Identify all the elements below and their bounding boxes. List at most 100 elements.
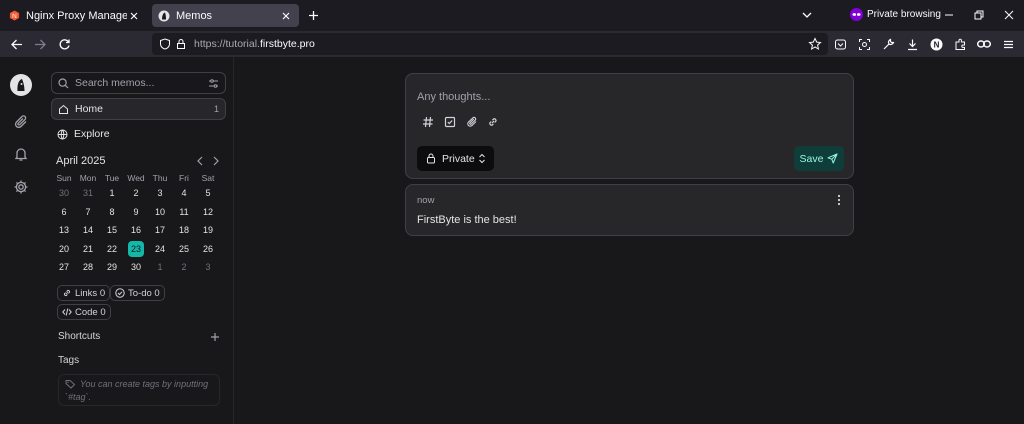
attachment-icon[interactable] [465,115,479,129]
calendar-day[interactable]: 29 [100,259,124,275]
checkbox-icon[interactable] [443,115,457,129]
pocket-icon[interactable] [832,36,848,52]
calendar-day[interactable]: 15 [100,222,124,238]
calendar-day[interactable]: 30 [52,185,76,201]
calendar-day[interactable]: 1 [148,259,172,275]
calendar-day[interactable]: 30 [124,259,148,275]
private-browsing-label: Private browsing [867,9,941,20]
url-host: firstbyte.pro [259,38,315,50]
wrench-icon[interactable] [880,36,896,52]
stat-todo-chip[interactable]: To-do 0 [110,285,165,301]
tags-empty-hint: You can create tags by inputting `#tag`. [58,374,220,406]
memo-editor: Any thoughts... Private Save [405,73,854,179]
back-arrow-icon[interactable] [8,36,24,52]
calendar-day[interactable]: 27 [52,259,76,275]
calendar-day[interactable]: 12 [196,204,220,220]
calendar-weekday: Thu [152,173,168,183]
visibility-select[interactable]: Private [417,146,494,171]
calendar-day[interactable]: 2 [124,185,148,201]
bookmark-star-icon[interactable] [808,37,822,51]
app-rail [0,57,44,424]
sidebar-item-label: Home [75,103,104,115]
calendar-day[interactable]: 26 [196,241,220,257]
menu-icon[interactable] [1000,36,1016,52]
chevron-down-icon[interactable] [800,8,814,22]
close-icon[interactable] [127,9,141,23]
private-mask-icon [850,8,863,21]
link-icon[interactable] [486,115,500,129]
calendar-day[interactable]: 24 [148,241,172,257]
stat-label: To-do 0 [128,287,160,299]
lock-icon[interactable] [174,37,188,51]
save-button[interactable]: Save [794,146,844,171]
calendar-day[interactable]: 3 [148,185,172,201]
calendar-day[interactable]: 10 [148,204,172,220]
chevron-left-icon[interactable] [194,155,206,167]
filter-settings-icon[interactable] [208,78,219,89]
new-tab-button[interactable] [305,7,321,23]
hashtag-icon[interactable] [421,115,435,129]
tab-memos[interactable]: Memos [152,4,299,27]
tab-title: Nginx Proxy Manager [26,9,127,22]
calendar-day[interactable]: 5 [196,185,220,201]
globe-icon [57,129,68,140]
sidebar-item-explore[interactable]: Explore [51,123,226,145]
calendar-day[interactable]: 13 [52,222,76,238]
calendar-day[interactable]: 2 [172,259,196,275]
stat-label: Code 0 [75,306,106,318]
private-mask-icon[interactable] [976,36,992,52]
calendar-day[interactable]: 7 [76,204,100,220]
calendar-day[interactable]: 8 [100,204,124,220]
more-options-icon[interactable] [835,194,843,206]
memo-count-badge: 1 [213,104,219,114]
code-icon [62,307,72,317]
close-icon[interactable] [279,9,293,23]
forward-arrow-icon[interactable] [32,36,48,52]
reload-icon[interactable] [56,36,72,52]
calendar-day[interactable]: 3 [196,259,220,275]
calendar-day[interactable]: 1 [100,185,124,201]
calendar-day[interactable]: 19 [196,222,220,238]
calendar-day[interactable]: 21 [76,241,100,257]
stat-links-chip[interactable]: Links 0 [57,285,111,301]
svg-text:N: N [933,40,939,49]
calendar-day[interactable]: 11 [172,204,196,220]
close-window-icon[interactable] [1002,8,1016,22]
shield-icon[interactable] [158,37,172,51]
calendar-day[interactable]: 20 [52,241,76,257]
calendar-day[interactable]: 17 [148,222,172,238]
calendar-day[interactable]: 18 [172,222,196,238]
memos-favicon-icon [158,10,170,22]
screenshot-icon[interactable] [856,36,872,52]
search-placeholder: Search memos... [75,77,155,89]
memos-logo-icon[interactable] [10,74,32,96]
minimize-icon[interactable] [942,8,956,22]
calendar-day[interactable]: 28 [76,259,100,275]
calendar-weekday: Sun [56,173,72,183]
url-bar[interactable]: https://tutorial.firstbyte.pro [152,33,828,55]
calendar-day[interactable]: 25 [172,241,196,257]
gear-icon[interactable] [10,176,32,198]
browser-tab-bar: N Nginx Proxy Manager Memos Private brow… [0,0,1024,31]
add-shortcut-icon[interactable] [210,332,220,342]
paperclip-icon[interactable] [10,111,32,133]
calendar-day[interactable]: 16 [124,222,148,238]
chevron-right-icon[interactable] [210,155,222,167]
bell-icon[interactable] [10,143,32,165]
stat-code-chip[interactable]: Code 0 [57,304,111,320]
calendar-day[interactable]: 31 [76,185,100,201]
sidebar-item-home[interactable]: Home 1 [51,98,226,120]
calendar-day-today[interactable]: 23 [128,240,144,257]
calendar-day[interactable]: 6 [52,204,76,220]
search-input[interactable]: Search memos... [51,72,226,94]
calendar-day[interactable]: 9 [124,204,148,220]
restore-icon[interactable] [972,8,986,22]
memo-editor-input[interactable]: Any thoughts... [417,91,490,103]
extensions-puzzle-icon[interactable] [952,36,968,52]
download-icon[interactable] [904,36,920,52]
tab-nginx-proxy-manager[interactable]: N Nginx Proxy Manager [2,4,147,27]
extension-n-icon[interactable]: N [928,36,944,52]
calendar-day[interactable]: 14 [76,222,100,238]
calendar-day[interactable]: 4 [172,185,196,201]
calendar-day[interactable]: 22 [100,241,124,257]
